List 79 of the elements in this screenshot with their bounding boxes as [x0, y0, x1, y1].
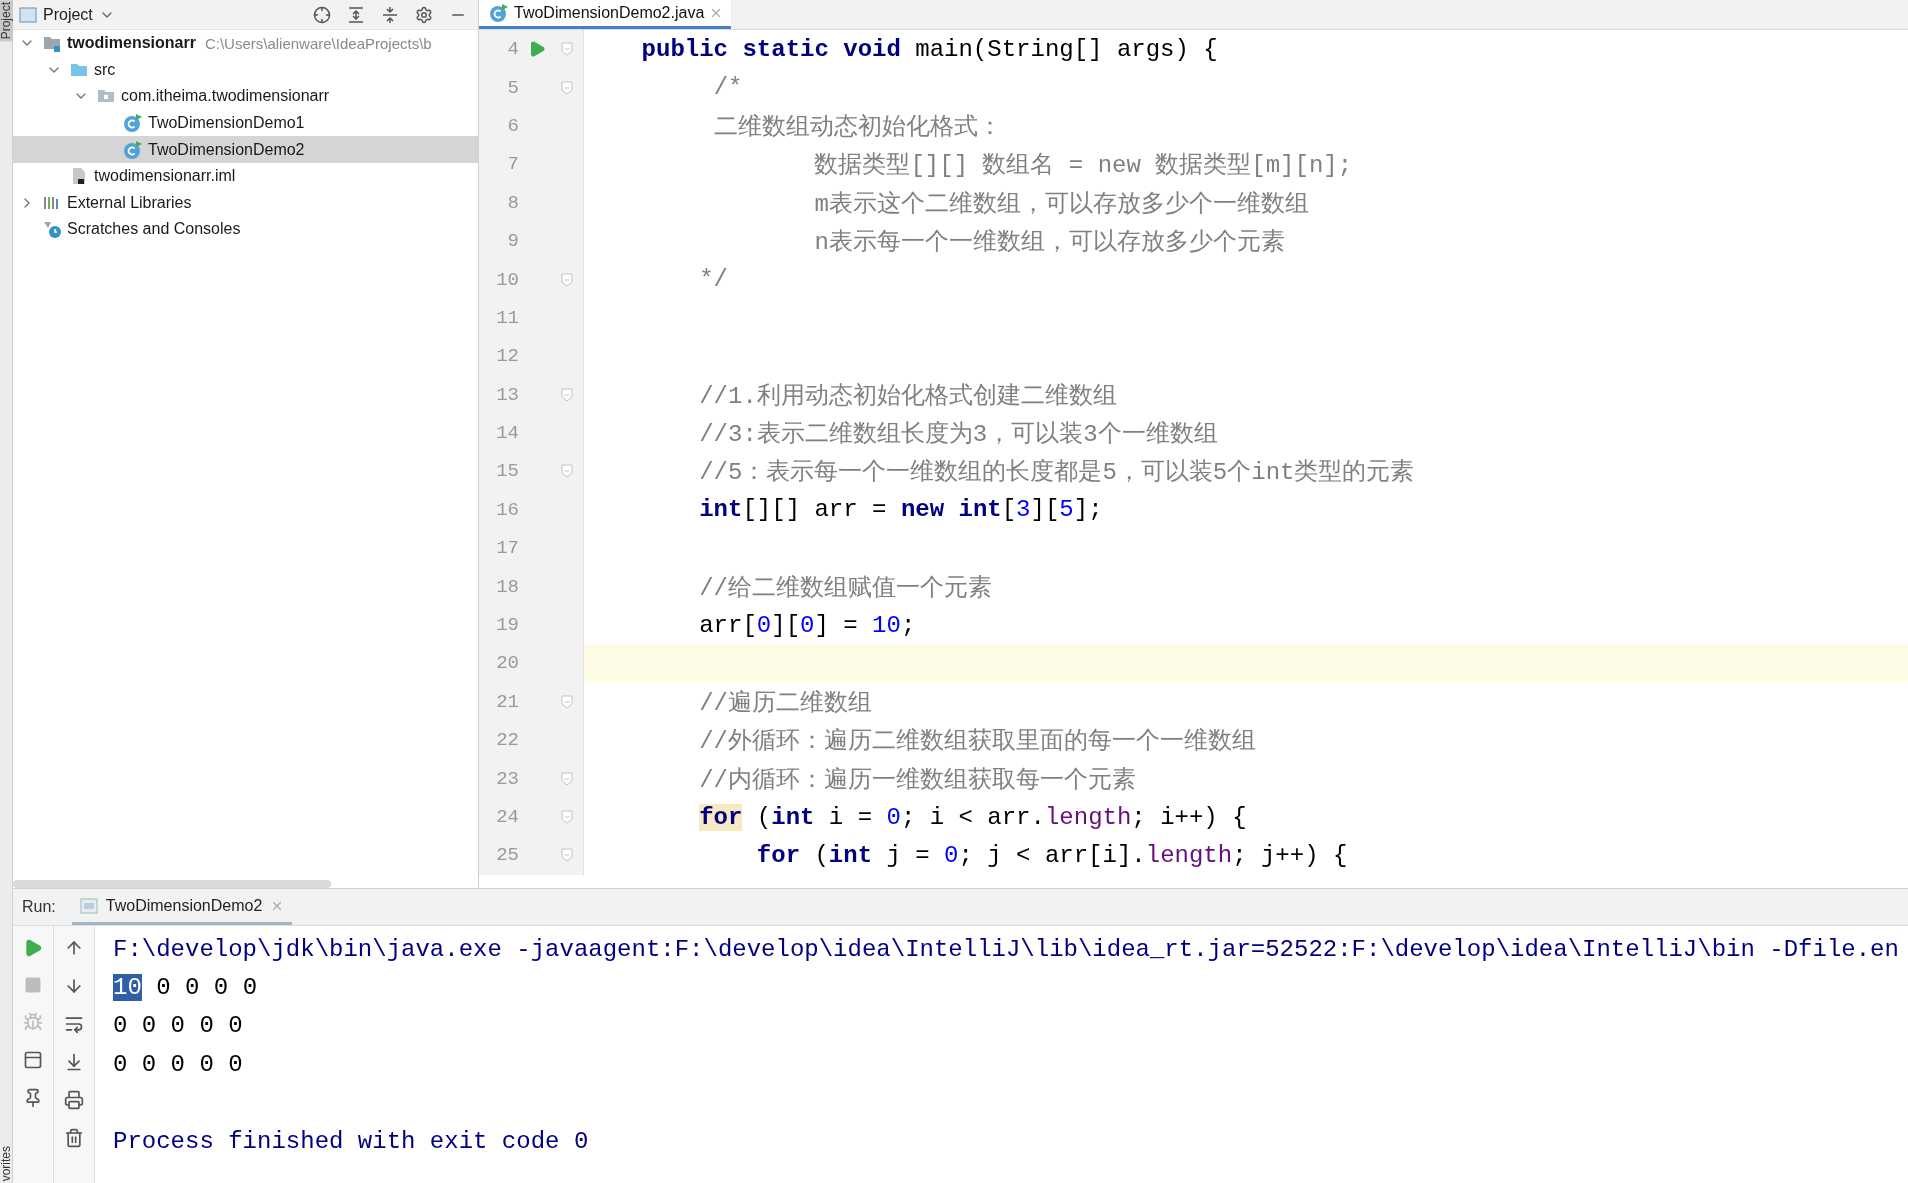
line-number: 9: [506, 230, 519, 253]
fold-marker-icon[interactable]: [561, 694, 573, 709]
line-number: 12: [495, 345, 519, 368]
code-line: */: [698, 266, 729, 294]
tree-item[interactable]: Scratches and Consoles: [13, 216, 478, 243]
line-number: 8: [506, 191, 519, 214]
line-number: 5: [506, 76, 519, 99]
code-line: 数据类型[][] 数组名 = new 数据类型[m][n];: [813, 151, 1353, 181]
fold-marker-icon[interactable]: [561, 464, 573, 479]
settings-icon[interactable]: [415, 5, 433, 24]
line-number: 20: [495, 652, 519, 675]
code-line: //5：表示每一个一维数组的长度都是5，可以装5个int类型的元素: [698, 458, 1415, 488]
console-line: F:\develop\jdk\bin\java.exe -javaagent:F:\develop\idea\IntelliJ\lib\idea_rt.jar=52522:F:\develop\idea\IntelliJ\bin -Dfile.en: [113, 935, 1899, 963]
scratches-icon: [42, 219, 62, 240]
editor-tab[interactable]: TwoDimensionDemo2.java: [479, 0, 732, 29]
window-icon: [19, 6, 37, 23]
fold-marker-icon[interactable]: [561, 387, 573, 402]
code-line: //遍历二维数组: [698, 688, 873, 718]
line-number: 4: [506, 38, 519, 61]
line-number: 23: [495, 767, 519, 790]
tree-item[interactable]: com.itheima.twodimensionarr: [13, 83, 478, 110]
code-line: //1.利用动态初始化格式创建二维数组: [698, 381, 1117, 411]
code-line: m表示这个二维数组，可以存放多少个一维数组: [813, 189, 1309, 219]
fold-marker-icon[interactable]: [561, 272, 573, 287]
fold-marker-icon[interactable]: [561, 810, 573, 824]
line-number: 10: [495, 268, 519, 291]
code-line: //内循环：遍历一维数组获取每一个元素: [698, 765, 1137, 795]
collapse-all-icon[interactable]: [381, 5, 399, 24]
code-line: /*: [712, 74, 743, 102]
line-number: 25: [495, 844, 519, 867]
line-number: 13: [495, 383, 519, 406]
tree-item[interactable]: twodimensionarr.iml: [13, 162, 478, 190]
fold-marker-icon[interactable]: [561, 771, 573, 786]
class-icon: [123, 139, 143, 160]
scrollbar[interactable]: [13, 880, 331, 888]
console-line: Process finished with exit code 0: [113, 1127, 589, 1155]
line-number: 11: [495, 306, 519, 329]
line-number: 17: [495, 537, 519, 560]
tree-item[interactable]: TwoDimensionDemo1: [13, 109, 478, 137]
code-line: for (int j = 0; j < arr[i].length; j++) {: [755, 841, 1348, 869]
code-line: //给二维数组赋值一个元素: [698, 573, 993, 603]
tree-item[interactable]: twodimensionarr C:\Users\alienware\IdeaProjects\b: [13, 30, 478, 57]
code-line: public static void main(String[] args) {: [640, 35, 1218, 63]
console-line: 0 0 0 0 0: [113, 1050, 243, 1078]
project-path: C:\Users\alienware\IdeaProjects\b: [204, 34, 432, 52]
class-icon: [489, 3, 509, 23]
class-icon: [123, 113, 143, 134]
code-line: arr[0][0] = 10;: [698, 611, 916, 639]
fold-marker-icon[interactable]: [561, 848, 573, 863]
fold-marker-icon[interactable]: [561, 80, 573, 95]
line-number: 18: [495, 575, 519, 598]
line-number: 16: [495, 498, 519, 521]
locate-icon[interactable]: [313, 5, 331, 24]
console-line: 0 0 0 0 0: [113, 1012, 243, 1040]
tree-item[interactable]: TwoDimensionDemo2: [13, 136, 478, 163]
code-line: n表示每一个一维数组，可以存放多少个元素: [813, 228, 1285, 258]
line-number: 24: [495, 806, 519, 828]
run-tab[interactable]: TwoDimensionDemo2: [71, 889, 293, 925]
console-icon: [79, 897, 98, 914]
line-number: 6: [506, 114, 519, 137]
code-line: for (int i = 0; i < arr.length; i++) {: [698, 803, 1247, 831]
run-label: Run:: [22, 898, 56, 916]
console-line: 10 0 0 0 0: [113, 974, 258, 1002]
code-line: //3:表示二维数组长度为3，可以装3个一维数组: [698, 420, 1218, 450]
line-number: 22: [495, 729, 519, 752]
run-icon[interactable]: [528, 40, 546, 59]
code-line: int[][] arr = new int[3][5];: [698, 496, 1103, 524]
tree-item[interactable]: External Libraries: [13, 189, 478, 217]
fold-marker-icon[interactable]: [561, 42, 573, 57]
line-number: 19: [495, 614, 519, 637]
line-number: 7: [506, 153, 519, 176]
line-number: 15: [495, 460, 519, 483]
line-number: 21: [495, 690, 519, 713]
code-line: 二维数组动态初始化格式：: [712, 112, 1002, 142]
line-number: 14: [495, 422, 519, 445]
code-line: //外循环：遍历二维数组获取里面的每一个一维数组: [698, 727, 1257, 757]
panel-title[interactable]: Project: [43, 5, 93, 24]
tree-item[interactable]: src: [13, 56, 478, 84]
expand-all-icon[interactable]: [347, 5, 365, 24]
